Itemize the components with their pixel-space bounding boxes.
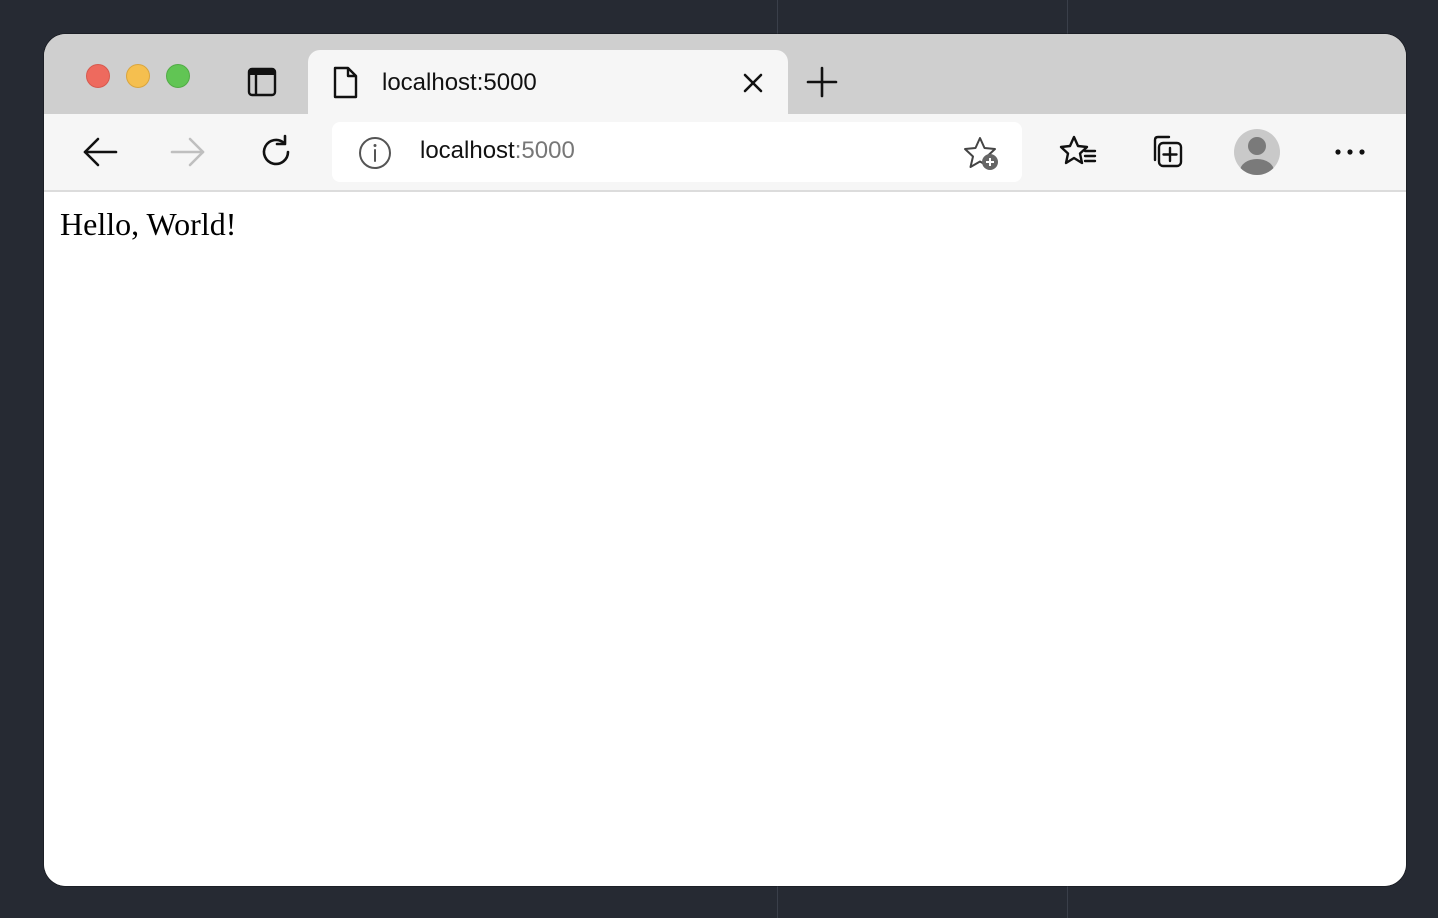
document-icon: [333, 66, 358, 99]
navigation-toolbar: localhost:5000: [44, 114, 1406, 192]
info-icon[interactable]: [358, 136, 392, 170]
user-icon: [1240, 137, 1274, 175]
arrow-right-icon: [170, 137, 205, 167]
favorites-list-icon: [1059, 135, 1097, 165]
active-tab[interactable]: localhost:5000: [308, 50, 788, 114]
page-text: Hello, World!: [60, 206, 237, 242]
browser-window: localhost:5000 localhost:5000 Hello, Wor…: [44, 34, 1406, 886]
back-button[interactable]: [80, 132, 120, 172]
url-port: :5000: [514, 137, 575, 164]
new-tab-icon[interactable]: [806, 66, 838, 98]
tab-title: localhost:5000: [382, 69, 537, 96]
reload-button[interactable]: [256, 132, 296, 172]
more-options-button[interactable]: [1330, 132, 1370, 172]
address-bar[interactable]: localhost:5000: [332, 122, 1022, 182]
arrow-left-icon: [83, 137, 118, 167]
forward-button[interactable]: [168, 132, 208, 172]
profile-avatar[interactable]: [1234, 129, 1280, 175]
collections-button[interactable]: [1146, 132, 1186, 172]
url-text[interactable]: localhost:5000: [420, 137, 575, 165]
favorites-button[interactable]: [1058, 132, 1098, 172]
tab-actions-icon: [247, 67, 277, 97]
minimize-window-button[interactable]: [126, 64, 150, 88]
page-content: Hello, World!: [44, 192, 1406, 886]
close-window-button[interactable]: [86, 64, 110, 88]
tab-actions-menu-button[interactable]: [244, 66, 280, 98]
collections-icon: [1153, 135, 1183, 168]
url-host: localhost: [420, 137, 515, 164]
more-horizontal-icon: [1335, 149, 1365, 155]
close-tab-icon[interactable]: [740, 70, 766, 96]
maximize-window-button[interactable]: [166, 64, 190, 88]
add-favorite-icon[interactable]: [962, 134, 1002, 174]
title-bar: localhost:5000: [44, 34, 1406, 114]
reload-icon: [262, 134, 290, 166]
